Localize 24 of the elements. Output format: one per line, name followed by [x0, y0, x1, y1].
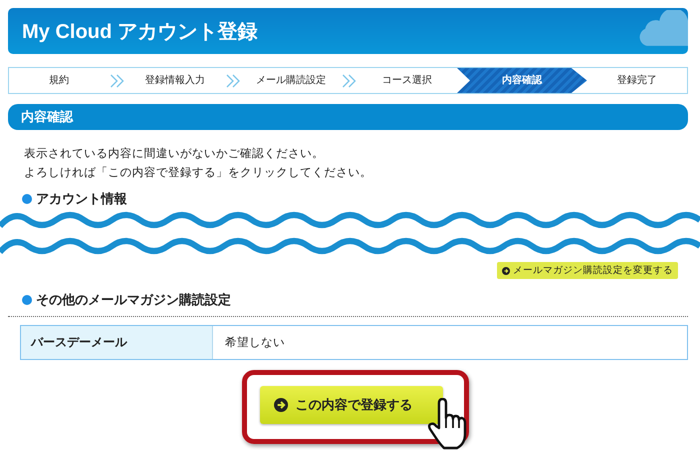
arrow-circle-icon: [274, 398, 288, 412]
subsection-heading: アカウント情報: [36, 191, 127, 208]
submit-button[interactable]: この内容で登録する: [260, 386, 442, 424]
instruction-text: よろしければ「この内容で登録する」をクリックしてください。: [24, 164, 373, 181]
table-cell-text: 希望しない: [224, 334, 285, 351]
double-chevron-icon: [341, 74, 357, 88]
progress-step: 規約: [9, 68, 109, 93]
page-title: My Cloud アカウント登録: [22, 20, 258, 44]
arrow-circle-icon: [502, 266, 510, 274]
progress-step: メール購読設定: [241, 68, 341, 93]
progress-step: 登録情報入力: [125, 68, 225, 93]
subsection-heading: その他のメールマガジン購読設定: [36, 292, 231, 309]
progress-step: 登録完了: [587, 68, 687, 93]
progress-step: 内容確認: [457, 68, 587, 93]
bullet-dot-icon: [22, 295, 32, 305]
cloud-icon: [638, 10, 688, 46]
bullet-dot-icon: [22, 194, 32, 204]
section-title: 内容確認: [21, 108, 73, 126]
double-chevron-icon: [109, 74, 125, 88]
progress-step: コース選択: [357, 68, 457, 93]
change-settings-button[interactable]: メールマガジン購読設定を変更する: [497, 262, 678, 279]
table-header-cell: バースデーメール: [21, 326, 213, 359]
instruction-text: 表示されている内容に間違いがないかご確認ください。: [24, 145, 325, 162]
double-chevron-icon: [225, 74, 241, 88]
